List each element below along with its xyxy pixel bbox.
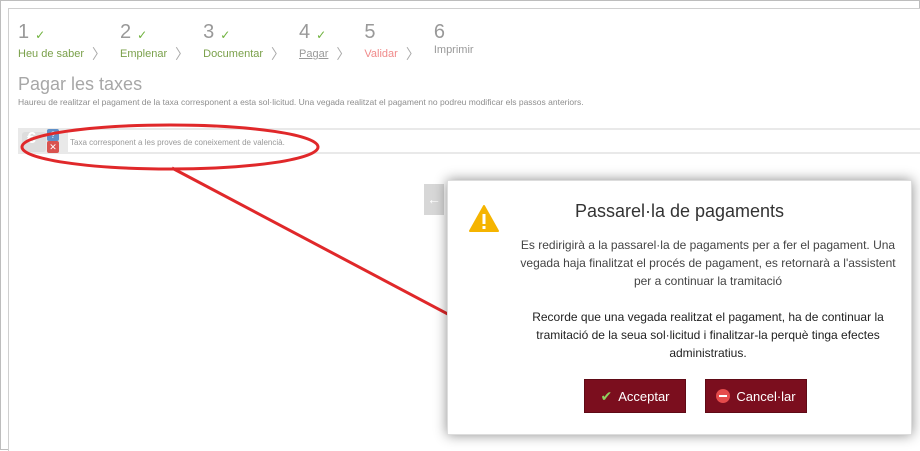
wizard-step-4[interactable]: 4 ✓ Pagar 〉 <box>299 18 350 64</box>
check-icon: ✓ <box>316 28 327 42</box>
euro-icon: € <box>22 130 46 152</box>
chevron-right-icon: 〉 <box>336 46 351 62</box>
fee-description: Taxa corresponent a les proves de coneix… <box>70 138 285 147</box>
step-number: 5 <box>364 21 376 43</box>
page-title: Pagar les taxes <box>18 74 143 94</box>
wizard-step-3[interactable]: 3 ✓ Documentar 〉 <box>203 18 285 64</box>
step-number: 3 <box>203 21 215 43</box>
chevron-right-icon: 〉 <box>92 46 107 62</box>
back-button[interactable]: ← <box>424 184 444 215</box>
help-icon[interactable]: ? <box>47 129 59 141</box>
wizard-step-5[interactable]: 5 Validar 〉 <box>364 18 419 64</box>
payment-gateway-dialog: Passarel·la de pagaments Es redirigirà a… <box>447 180 912 435</box>
step-number: 4 <box>299 21 311 43</box>
dialog-title: Passarel·la de pagaments <box>574 201 785 221</box>
step-label[interactable]: Documentar <box>203 48 263 60</box>
step-label[interactable]: Pagar <box>299 48 328 60</box>
delete-icon[interactable]: ✕ <box>47 141 59 153</box>
chevron-right-icon: 〉 <box>405 46 420 62</box>
check-icon: ✓ <box>137 28 148 42</box>
step-label[interactable]: Emplenar <box>120 48 167 60</box>
minus-circle-icon <box>716 389 731 403</box>
dialog-reminder: Recorde que una vegada realitzat el paga… <box>532 310 884 360</box>
step-label[interactable]: Imprimir <box>434 44 474 56</box>
chevron-right-icon: 〉 <box>175 46 190 62</box>
wizard-step-6[interactable]: 6 Imprimir <box>434 18 474 56</box>
cancel-button[interactable]: Cancel·lar <box>705 379 807 413</box>
step-number: 1 <box>18 21 30 43</box>
chevron-right-icon: 〉 <box>271 46 286 62</box>
step-number: 2 <box>120 21 132 43</box>
cancel-label: Cancel·lar <box>736 388 796 404</box>
wizard-step-2[interactable]: 2 ✓ Emplenar 〉 <box>120 18 189 64</box>
accept-label: Acceptar <box>618 388 670 404</box>
step-label[interactable]: Validar <box>364 48 397 60</box>
step-label[interactable]: Heu de saber <box>18 48 84 60</box>
check-icon: ✔ <box>600 387 613 404</box>
euro-symbol: € <box>27 130 36 147</box>
wizard-step-1[interactable]: 1 ✓ Heu de saber 〉 <box>18 18 106 64</box>
wizard-steps: 1 ✓ Heu de saber 〉 2 ✓ Emplenar 〉 3 ✓ Documen… <box>18 18 488 68</box>
page-description: Haureu de realitzar el pagament de la ta… <box>18 97 584 107</box>
step-number: 6 <box>433 21 445 43</box>
dialog-message: Es redirigirà a la passarel·la de pagame… <box>520 238 896 288</box>
accept-button[interactable]: ✔ Acceptar <box>584 379 686 413</box>
check-icon: ✓ <box>35 28 46 42</box>
check-icon: ✓ <box>220 28 231 42</box>
